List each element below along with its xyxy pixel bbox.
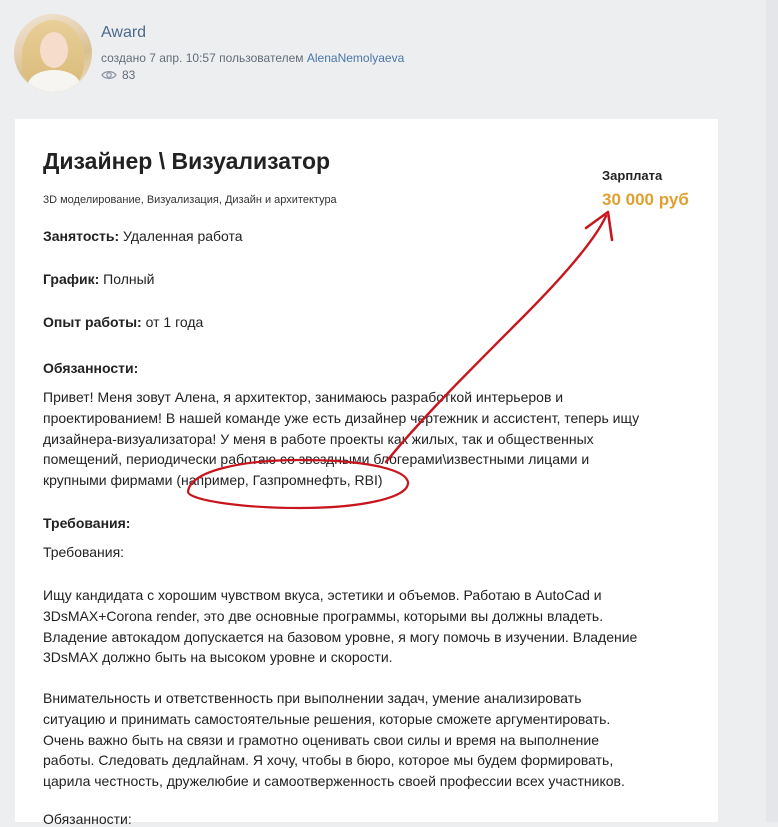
duties-line: проектированием! В нашей команде уже ест…: [43, 409, 640, 426]
cut-off-heading: Обязанности:: [43, 811, 132, 827]
schedule-row: График: Полный: [43, 271, 155, 287]
requirements-line: Владение автокадом допускается на базово…: [43, 628, 638, 645]
duties-line: помещений, периодически работаю со звезд…: [43, 451, 590, 468]
schedule-value: Полный: [103, 271, 155, 287]
duties-line: дизайнера-визуализатора! У меня в работе…: [43, 430, 594, 447]
requirements-paragraph-2: Внимательность и ответственность при вып…: [43, 688, 703, 792]
experience-label: Опыт работы:: [43, 314, 142, 330]
requirements-line: Ищу кандидата с хорошим чувством вкуса, …: [43, 587, 602, 603]
duties-text: Привет! Меня зовут Алена, я архитектор, …: [43, 387, 703, 491]
vacancy-tags: 3D моделирование, Визуализация, Дизайн и…: [43, 194, 337, 206]
page-scroll-edge: [766, 0, 778, 822]
employment-row: Занятость: Удаленная работа: [43, 228, 243, 244]
author-avatar[interactable]: [14, 14, 92, 92]
eye-icon: [101, 71, 117, 79]
requirements-line: ситуацию и принимать самостоятельные реш…: [43, 710, 611, 727]
experience-value: от 1 года: [145, 314, 204, 330]
requirements-heading: Требования:: [43, 515, 131, 531]
duties-heading: Обязанности:: [43, 360, 139, 376]
employment-value: Удаленная работа: [123, 228, 243, 244]
salary-value: 30 000 руб: [602, 190, 689, 209]
schedule-label: График:: [43, 271, 100, 287]
views-counter: 83: [101, 68, 135, 82]
experience-row: Опыт работы: от 1 года: [43, 314, 203, 330]
meta-created-text: создано 7 апр. 10:57 пользователем: [101, 51, 304, 65]
vacancy-card: Дизайнер \ Визуализатор 3D моделирование…: [15, 119, 718, 827]
salary-label: Зарплата: [602, 168, 663, 183]
views-count: 83: [122, 68, 136, 82]
duties-line: крупными фирмами (например, Газпромнефть…: [43, 472, 383, 489]
requirements-line: Очень важно быть на связи и грамотно оце…: [43, 731, 599, 748]
post-title[interactable]: Award: [101, 24, 146, 42]
author-link[interactable]: AlenaNemolyaeva: [307, 51, 404, 65]
requirements-line: работы. Следовать дедлайнам. Я хочу, что…: [43, 752, 614, 769]
requirements-subheading: Требования:: [43, 544, 125, 560]
requirements-line: 3DsMAX+Corona render, это две основные п…: [43, 607, 604, 624]
post-meta: создано 7 апр. 10:57 пользователем Alena…: [101, 51, 404, 65]
requirements-paragraph-1: Ищу кандидата с хорошим чувством вкуса, …: [43, 585, 703, 668]
requirements-line: Внимательность и ответственность при вып…: [43, 690, 582, 706]
requirements-line: царила честность, дружелюбие и самоотвер…: [43, 773, 625, 790]
vacancy-title: Дизайнер \ Визуализатор: [43, 148, 331, 174]
employment-label: Занятость:: [43, 228, 120, 244]
duties-line: Привет! Меня зовут Алена, я архитектор, …: [43, 389, 564, 405]
requirements-line: 3DsMAX должно быть на высоком уровне и с…: [43, 649, 393, 666]
